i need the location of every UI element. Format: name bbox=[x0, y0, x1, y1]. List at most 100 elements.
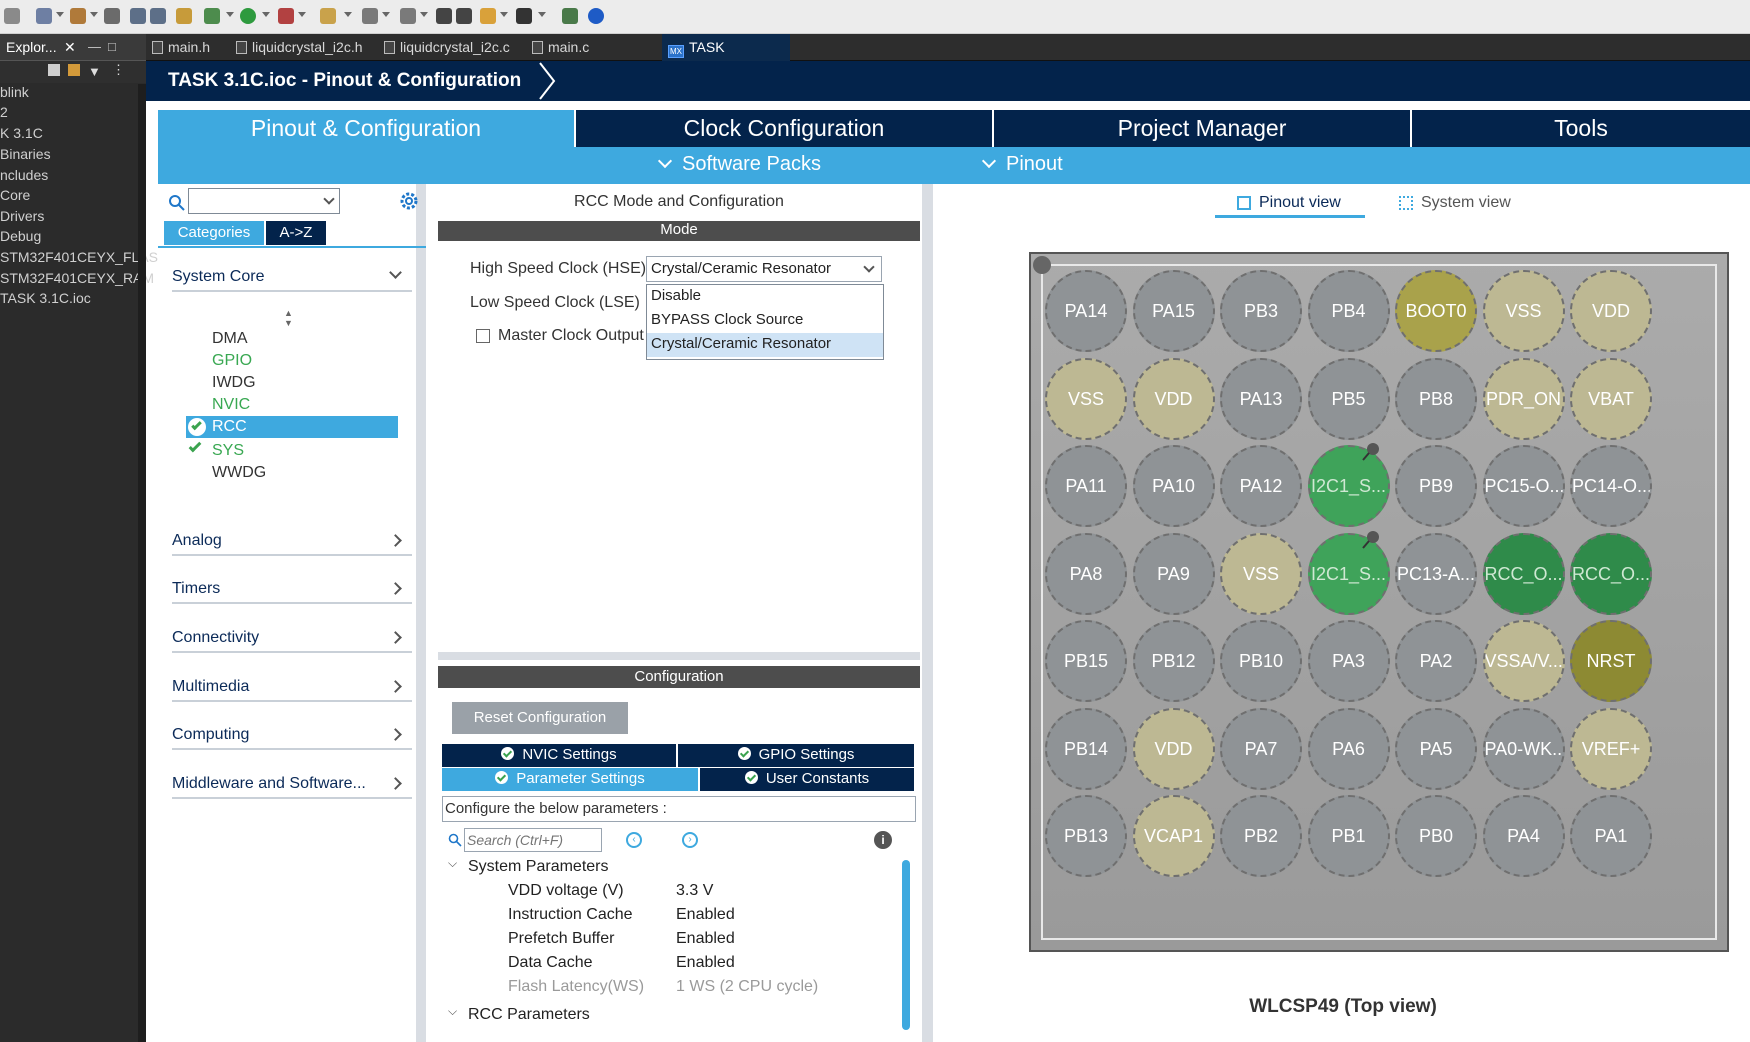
param-value[interactable]: Enabled bbox=[676, 906, 735, 924]
pin[interactable]: PA4 bbox=[1482, 795, 1565, 877]
pin[interactable]: PB12 bbox=[1132, 620, 1215, 702]
image-icon[interactable] bbox=[562, 8, 578, 24]
search-next-icon[interactable]: › bbox=[682, 832, 698, 848]
tab-system-view[interactable]: System view bbox=[1399, 192, 1529, 218]
project-tree-item[interactable]: Binaries bbox=[0, 146, 51, 166]
project-tree-item[interactable]: TASK 3.1C.ioc bbox=[0, 290, 91, 310]
pin[interactable]: PB8 bbox=[1395, 357, 1477, 440]
pin[interactable]: PC15-O... bbox=[1482, 445, 1565, 527]
tab-parameter-settings[interactable]: Parameter Settings bbox=[442, 768, 698, 791]
pin[interactable]: BOOT0 bbox=[1395, 270, 1477, 352]
pin[interactable]: PA9 bbox=[1132, 532, 1215, 615]
peripheral-sys[interactable]: SYS bbox=[212, 442, 244, 460]
forward-icon[interactable] bbox=[150, 8, 166, 24]
run-icon[interactable] bbox=[240, 8, 256, 24]
project-tree-item[interactable]: K 3.1C bbox=[0, 125, 43, 145]
back-arrow-icon[interactable] bbox=[480, 8, 496, 24]
project-tree-item[interactable]: STM32F401CEYX_RAM bbox=[0, 270, 154, 290]
pin[interactable]: RCC_O... bbox=[1570, 532, 1652, 615]
pin[interactable]: PA13 bbox=[1220, 357, 1302, 440]
param-value[interactable]: Enabled bbox=[676, 930, 735, 948]
project-tree-item[interactable]: Debug bbox=[0, 228, 41, 248]
maximize-icon[interactable]: □ bbox=[108, 39, 116, 54]
project-tree-item[interactable]: ncludes bbox=[0, 167, 48, 187]
category-search-combo[interactable] bbox=[188, 188, 340, 214]
pin[interactable]: PA2 bbox=[1395, 620, 1477, 702]
category-connectivity[interactable]: Connectivity bbox=[172, 623, 412, 653]
project-tree-item[interactable]: Drivers bbox=[0, 208, 44, 228]
tab-tools[interactable]: Tools bbox=[1412, 110, 1750, 147]
close-icon[interactable]: ✕ bbox=[64, 39, 76, 56]
splitter[interactable] bbox=[922, 184, 930, 1042]
editor-tab-main-h[interactable]: main.h bbox=[152, 34, 232, 61]
peripheral-wwdg[interactable]: WWDG bbox=[212, 464, 266, 482]
project-tree-item[interactable]: STM32F401CEYX_FLAS bbox=[0, 249, 158, 269]
pin[interactable]: PB14 bbox=[1045, 707, 1127, 790]
chevron-down-icon[interactable]: ⌵ bbox=[448, 1004, 457, 1019]
tab-clock-configuration[interactable]: Clock Configuration bbox=[576, 110, 994, 147]
pin[interactable]: PA10 bbox=[1132, 445, 1215, 527]
param-value[interactable]: Enabled bbox=[676, 954, 735, 972]
tab-nvic-settings[interactable]: NVIC Settings bbox=[442, 744, 676, 767]
pin[interactable]: VSS bbox=[1482, 270, 1565, 352]
pin[interactable]: NRST bbox=[1570, 620, 1652, 702]
build-settings-icon[interactable] bbox=[36, 8, 52, 24]
hse-select[interactable]: Crystal/Ceramic Resonator bbox=[646, 256, 882, 282]
nav-prev-icon[interactable] bbox=[436, 8, 452, 24]
category-timers[interactable]: Timers bbox=[172, 574, 412, 604]
chevron-down-icon[interactable]: ⌵ bbox=[448, 856, 457, 871]
link-editor-icon[interactable] bbox=[68, 64, 80, 76]
editor-tab-lcd-h[interactable]: liquidcrystal_i2c.h bbox=[236, 34, 376, 61]
pin[interactable]: PB5 bbox=[1307, 357, 1390, 440]
pin[interactable]: VSSA/V... bbox=[1482, 620, 1565, 702]
pin[interactable]: PA12 bbox=[1220, 445, 1302, 527]
tab-pinout-view[interactable]: Pinout view bbox=[1215, 192, 1365, 218]
tab-categories[interactable]: Categories bbox=[164, 221, 264, 245]
pin[interactable]: PA14 bbox=[1045, 270, 1127, 352]
peripheral-gpio[interactable]: GPIO bbox=[212, 352, 252, 370]
pin[interactable]: VDD bbox=[1132, 357, 1215, 440]
group-system-parameters[interactable]: System Parameters bbox=[468, 858, 608, 876]
editor-tab-ioc[interactable]: MXTASK 3.1C.ioc✕ bbox=[662, 34, 790, 74]
pin[interactable]: RCC_O... bbox=[1482, 532, 1565, 615]
filter-icon[interactable]: ▼ bbox=[88, 64, 101, 79]
tab-project-manager[interactable]: Project Manager bbox=[994, 110, 1412, 147]
parameter-search-input[interactable] bbox=[464, 828, 602, 852]
pin[interactable]: VDD bbox=[1570, 270, 1652, 352]
option-bypass[interactable]: BYPASS Clock Source bbox=[647, 309, 883, 333]
debug-config-icon[interactable] bbox=[176, 8, 192, 24]
tab-pinout-configuration[interactable]: Pinout & Configuration bbox=[158, 110, 576, 147]
pin[interactable]: VDD bbox=[1132, 707, 1215, 790]
pen-icon[interactable] bbox=[320, 8, 336, 24]
hammer-icon[interactable] bbox=[70, 8, 86, 24]
gear-icon[interactable] bbox=[398, 190, 420, 212]
search-prev-icon[interactable]: ‹ bbox=[626, 832, 642, 848]
pin[interactable]: PB3 bbox=[1220, 270, 1302, 352]
peripheral-dma[interactable]: DMA bbox=[212, 330, 248, 348]
pin[interactable]: VREF+ bbox=[1570, 707, 1652, 790]
sort-icon[interactable]: ▲ ▼ bbox=[284, 308, 293, 328]
software-packs-menu[interactable]: Software Packs bbox=[657, 153, 821, 176]
pin[interactable]: PA5 bbox=[1395, 707, 1477, 790]
category-computing[interactable]: Computing bbox=[172, 720, 412, 750]
project-tree-item[interactable]: Core bbox=[0, 187, 30, 207]
tab-user-constants[interactable]: User Constants bbox=[700, 768, 914, 791]
collapse-all-icon[interactable] bbox=[48, 64, 60, 76]
calc-icon[interactable] bbox=[104, 8, 120, 24]
category-system-core[interactable]: System Core bbox=[172, 262, 412, 292]
scrollbar[interactable] bbox=[902, 860, 910, 1030]
pin[interactable]: PA1 bbox=[1570, 795, 1652, 877]
pin[interactable]: PA3 bbox=[1307, 620, 1390, 702]
tab-a-z[interactable]: A->Z bbox=[266, 221, 326, 245]
view-menu-icon[interactable]: ⋮ bbox=[112, 62, 125, 78]
pin[interactable]: PA0-WK... bbox=[1482, 707, 1565, 790]
peripheral-rcc-row[interactable]: RCC bbox=[186, 416, 398, 438]
pin[interactable]: PC14-O... bbox=[1570, 445, 1652, 527]
info-icon[interactable]: i bbox=[874, 831, 892, 849]
pin[interactable]: PB2 bbox=[1220, 795, 1302, 877]
pin[interactable]: PA11 bbox=[1045, 445, 1127, 527]
project-tree-item[interactable]: 2 bbox=[0, 104, 8, 124]
category-multimedia[interactable]: Multimedia bbox=[172, 672, 412, 702]
param-value[interactable]: 3.3 V bbox=[676, 882, 713, 900]
debug-icon[interactable] bbox=[204, 8, 220, 24]
